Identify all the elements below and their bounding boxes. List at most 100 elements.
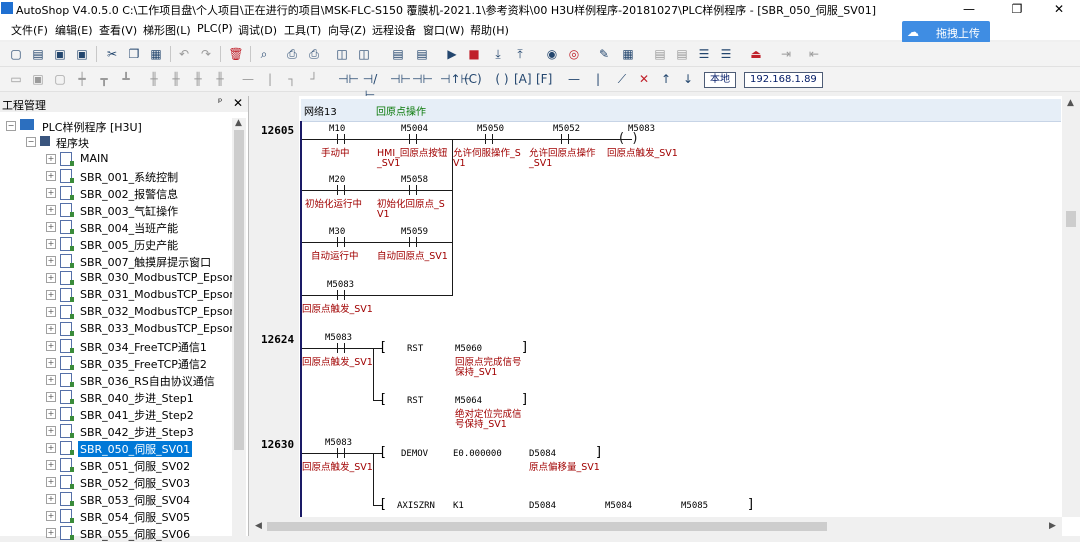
vline2-icon[interactable]: | bbox=[590, 71, 606, 87]
upload-icon[interactable]: ⤒ bbox=[512, 46, 528, 62]
hline2-icon[interactable]: — bbox=[566, 71, 582, 87]
parallel-nc-icon[interactable]: ⊣⊢ bbox=[412, 71, 433, 87]
expand-icon[interactable]: + bbox=[46, 426, 56, 436]
contact-m5050[interactable] bbox=[478, 134, 500, 144]
window-arrange-icon[interactable]: ◫ bbox=[356, 46, 372, 62]
search-icon[interactable]: ⌕ bbox=[256, 46, 272, 62]
test-icon[interactable]: ⏏ bbox=[748, 46, 764, 62]
contact-m10[interactable] bbox=[330, 134, 352, 144]
editor-hscrollbar[interactable]: ◀ ▶ bbox=[251, 517, 1062, 536]
menu-tools[interactable]: 工具(T) bbox=[284, 22, 321, 38]
save-all-icon[interactable]: ▣ bbox=[74, 46, 90, 62]
cloud-upload-button[interactable]: ☁ 拖拽上传 bbox=[902, 21, 990, 43]
tree-scroll-thumb[interactable] bbox=[234, 130, 244, 450]
contact-m5058[interactable] bbox=[402, 185, 424, 195]
expand-icon[interactable]: + bbox=[46, 375, 56, 385]
expand-icon[interactable]: + bbox=[46, 460, 56, 470]
scroll-left-icon[interactable]: ◀ bbox=[255, 521, 262, 531]
export-icon[interactable]: ⇤ bbox=[806, 46, 822, 62]
branch-up-icon[interactable]: ┻ bbox=[118, 71, 134, 87]
contact-parallel-icon[interactable]: ╫ bbox=[146, 71, 162, 87]
close-panel-icon[interactable]: ✕ bbox=[233, 96, 243, 110]
menu-file[interactable]: 文件(F) bbox=[11, 22, 48, 38]
new-file-icon[interactable]: ▢ bbox=[8, 46, 24, 62]
editor-hscroll-thumb[interactable] bbox=[267, 522, 827, 531]
compile-icon[interactable]: ▤ bbox=[390, 46, 406, 62]
coil-m5083[interactable]: ( ) bbox=[619, 132, 645, 145]
stop-icon[interactable]: ■ bbox=[466, 46, 482, 62]
local-button[interactable]: 本地 bbox=[704, 72, 736, 88]
coil-output-icon[interactable]: ( ) bbox=[494, 71, 510, 87]
coil-icon[interactable]: (C) bbox=[464, 71, 482, 87]
no-contact-icon[interactable]: ⊣⊢ bbox=[338, 71, 359, 87]
save-icon[interactable]: ▣ bbox=[52, 46, 68, 62]
parallel-no-icon[interactable]: ⊣⊢ bbox=[390, 71, 411, 87]
print-icon[interactable]: ⎙ bbox=[306, 46, 322, 62]
function-f-icon[interactable]: [F] bbox=[536, 71, 552, 87]
menu-debug[interactable]: 调试(D) bbox=[238, 22, 277, 38]
rising-edge-icon[interactable]: ⊣↑⊢ bbox=[440, 71, 471, 87]
expand-icon[interactable]: + bbox=[46, 358, 56, 368]
contact-m5052[interactable] bbox=[554, 134, 576, 144]
expand-icon[interactable]: + bbox=[46, 256, 56, 266]
comment-icon[interactable]: ▤ bbox=[652, 46, 668, 62]
expand-icon[interactable]: + bbox=[46, 324, 56, 334]
run-icon[interactable]: ▶ bbox=[444, 46, 460, 62]
restore-button[interactable]: ❐ bbox=[994, 0, 1040, 18]
expand-icon[interactable]: + bbox=[46, 341, 56, 351]
scroll-up-icon[interactable]: ▲ bbox=[235, 118, 242, 128]
menu-edit[interactable]: 编辑(E) bbox=[55, 22, 93, 38]
menu-remote-device[interactable]: 远程设备 bbox=[372, 22, 416, 38]
expand-icon[interactable]: + bbox=[46, 222, 56, 232]
expand-icon[interactable]: + bbox=[46, 188, 56, 198]
expand-icon[interactable]: + bbox=[46, 290, 56, 300]
monitor-stop-icon[interactable]: ◎ bbox=[566, 46, 582, 62]
delete-icon[interactable]: 🗑 bbox=[228, 46, 244, 62]
monitor-icon[interactable]: ◉ bbox=[544, 46, 560, 62]
expand-icon[interactable]: + bbox=[46, 443, 56, 453]
editor-vscroll-thumb[interactable] bbox=[1066, 211, 1076, 227]
line-up-icon[interactable]: ┐ bbox=[284, 71, 300, 87]
expand-icon[interactable]: + bbox=[46, 392, 56, 402]
download-icon[interactable]: ⤓ bbox=[490, 46, 506, 62]
window-icon[interactable]: ◫ bbox=[334, 46, 350, 62]
expand-icon[interactable]: + bbox=[46, 171, 56, 181]
expand-icon[interactable]: + bbox=[46, 273, 56, 283]
menu-view[interactable]: 查看(V) bbox=[99, 22, 137, 38]
branch-icon[interactable]: ┿ bbox=[74, 71, 90, 87]
close-window-button[interactable]: ✕ bbox=[1036, 0, 1080, 18]
contact-parallel4-icon[interactable]: ╫ bbox=[212, 71, 228, 87]
redo-icon[interactable]: ↷ bbox=[198, 46, 214, 62]
pin-icon[interactable]: ᵖ bbox=[218, 97, 222, 108]
invert-icon[interactable]: ⟋ bbox=[614, 71, 630, 87]
line-down-icon[interactable]: ┘ bbox=[306, 71, 322, 87]
ladder-mode-icon[interactable]: ▭ bbox=[8, 71, 24, 87]
tree-scrollbar[interactable]: ▲ bbox=[232, 118, 246, 536]
contact-parallel3-icon[interactable]: ╫ bbox=[190, 71, 206, 87]
edit-mode-icon[interactable]: ✎ bbox=[596, 46, 612, 62]
expand-icon[interactable]: + bbox=[46, 528, 56, 538]
align-icon[interactable]: ☰ bbox=[696, 46, 712, 62]
sfc-mode-icon[interactable]: ▢ bbox=[52, 71, 68, 87]
arrow-down-icon[interactable]: ↓ bbox=[680, 71, 696, 87]
hline-icon[interactable]: — bbox=[240, 71, 256, 87]
il-mode-icon[interactable]: ▣ bbox=[30, 71, 46, 87]
minimize-button[interactable]: — bbox=[946, 0, 992, 18]
expand-icon[interactable]: + bbox=[46, 154, 56, 164]
print-preview-icon[interactable]: ⎙ bbox=[284, 46, 300, 62]
menu-window[interactable]: 窗口(W) bbox=[423, 22, 464, 38]
arrow-up-icon[interactable]: ↑ bbox=[658, 71, 674, 87]
copy-icon[interactable]: ❐ bbox=[126, 46, 142, 62]
align2-icon[interactable]: ☰ bbox=[718, 46, 734, 62]
compile-all-icon[interactable]: ▤ bbox=[414, 46, 430, 62]
ladder-editor[interactable]: 网络13 回原点操作 12605 12624 12630 M10 手动中 M50… bbox=[251, 96, 1080, 536]
contact-m5059[interactable] bbox=[402, 237, 424, 247]
delete-line-icon[interactable]: ✕ bbox=[636, 71, 652, 87]
editor-vscrollbar[interactable]: ▲ bbox=[1062, 96, 1080, 517]
contact-m5083[interactable] bbox=[330, 448, 352, 458]
cut-icon[interactable]: ✂ bbox=[104, 46, 120, 62]
expand-icon[interactable]: + bbox=[46, 409, 56, 419]
scroll-right-icon[interactable]: ▶ bbox=[1049, 521, 1056, 531]
menu-plc[interactable]: PLC(P) bbox=[197, 22, 233, 35]
branch-down-icon[interactable]: ┳ bbox=[96, 71, 112, 87]
